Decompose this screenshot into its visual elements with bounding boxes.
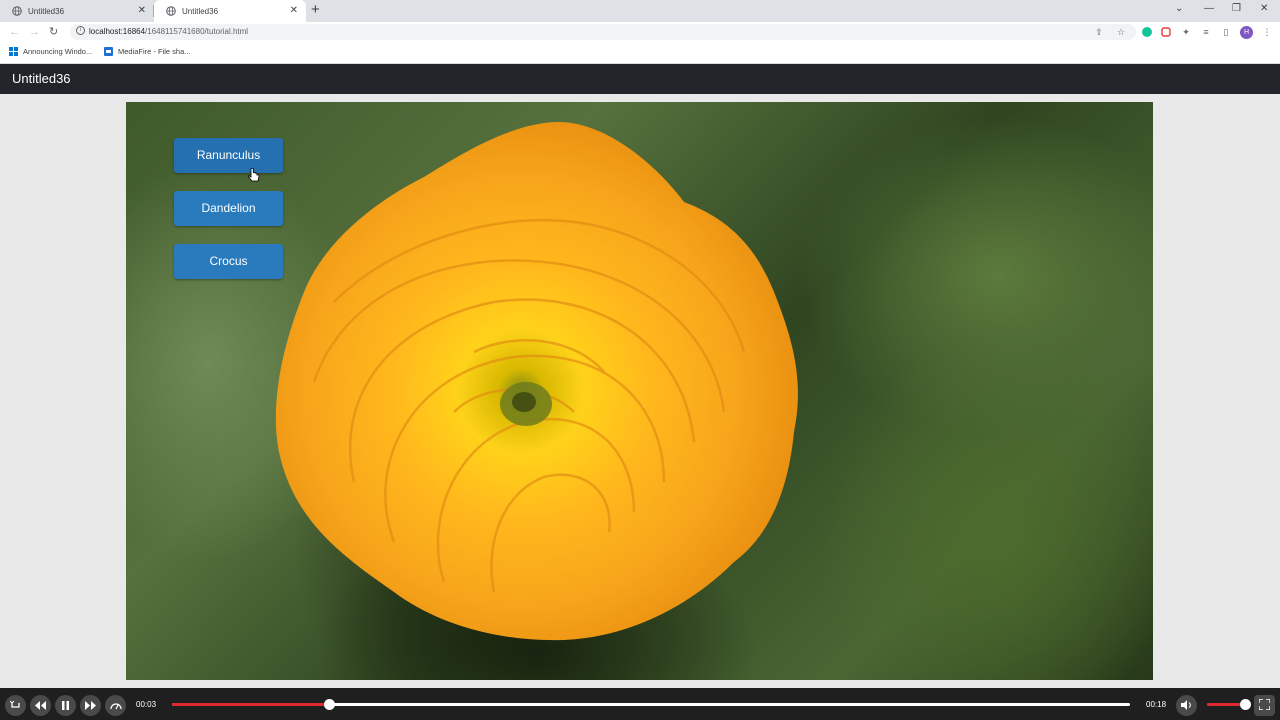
close-window-icon[interactable]: ✕ (1260, 3, 1268, 14)
share-icon[interactable]: ⇪ (1094, 27, 1104, 37)
extension-shield-icon[interactable] (1161, 27, 1171, 37)
volume-icon (1181, 697, 1192, 715)
bookmark-star-icon[interactable]: ☆ (1116, 27, 1126, 37)
browser-tab-active[interactable]: Untitled36 ✕ (154, 0, 306, 22)
fullscreen-button[interactable] (1254, 695, 1275, 716)
video-player-controls: 00:03 00:18 (0, 688, 1280, 720)
tab-title: Untitled36 (182, 6, 219, 16)
menu-kebab-icon[interactable]: ⋮ (1262, 27, 1272, 37)
bookmarks-bar: Announcing Windo... MediaFire - File sha… (0, 42, 1280, 64)
ranunculus-flower-image (275, 122, 798, 641)
tab-search-icon[interactable]: ⌄ (1175, 3, 1183, 14)
new-tab-button[interactable]: + (311, 2, 320, 18)
flower-photo: Ranunculus Dandelion Crocus (126, 102, 1153, 680)
forward-icon[interactable]: → (29, 25, 40, 39)
navbar-brand[interactable]: Untitled36 (12, 71, 71, 86)
site-info-icon[interactable]: i (76, 26, 85, 35)
mediafire-icon (104, 47, 113, 56)
bookmark-item[interactable]: Announcing Windo... (9, 47, 92, 56)
minimize-icon[interactable]: — (1204, 3, 1214, 14)
back-icon[interactable]: ← (9, 25, 20, 39)
volume-slider[interactable] (1207, 699, 1251, 710)
tab-title: Untitled36 (28, 6, 65, 16)
reload-icon[interactable]: ↻ (49, 25, 58, 39)
windows-icon (9, 47, 18, 56)
address-bar[interactable]: i localhost:16864/1648115741680/tutorial… (70, 24, 1136, 40)
browser-toolbar: ← → ↻ i localhost:16864/1648115741680/tu… (0, 22, 1280, 42)
current-time: 00:03 (136, 700, 157, 709)
globe-icon (12, 6, 22, 16)
ranunculus-button[interactable]: Ranunculus (174, 138, 283, 173)
progress-fill (172, 703, 330, 706)
url-path: /1648115741680/tutorial.html (145, 27, 249, 36)
reading-list-icon[interactable]: ≡ (1201, 27, 1211, 37)
dandelion-button[interactable]: Dandelion (174, 191, 283, 226)
browser-tab-strip: Untitled36 ✕ Untitled36 ✕ + ⌄ — ❐ ✕ (0, 0, 1280, 22)
pause-button[interactable] (55, 695, 76, 716)
fast-forward-button[interactable] (80, 695, 101, 716)
plus-icon: + (311, 1, 320, 18)
fullscreen-icon (1258, 697, 1271, 715)
close-tab-icon[interactable]: ✕ (138, 5, 146, 17)
duration: 00:18 (1146, 700, 1167, 709)
grammarly-icon[interactable] (1142, 27, 1152, 37)
side-panel-icon[interactable]: ▯ (1221, 27, 1231, 37)
volume-handle[interactable] (1240, 699, 1251, 710)
volume-button[interactable] (1176, 695, 1197, 716)
loop-button[interactable] (5, 695, 26, 716)
profile-avatar[interactable]: H (1240, 26, 1253, 39)
globe-icon (166, 6, 176, 16)
bookmark-label: MediaFire - File sha... (118, 47, 191, 56)
bookmark-item[interactable]: MediaFire - File sha... (104, 47, 191, 56)
url-host: localhost:16864 (89, 27, 146, 36)
fast-forward-icon (85, 697, 96, 715)
extensions-puzzle-icon[interactable]: ✦ (1181, 27, 1191, 37)
progress-bar[interactable] (172, 699, 1130, 710)
speed-button[interactable] (105, 695, 126, 716)
hand-cursor-icon (248, 168, 260, 182)
rewind-icon (35, 697, 46, 715)
progress-handle[interactable] (324, 699, 336, 710)
close-tab-icon[interactable]: ✕ (290, 5, 298, 17)
restore-icon[interactable]: ❐ (1232, 3, 1241, 14)
app-navbar: Untitled36 (0, 64, 1280, 94)
bookmark-label: Announcing Windo... (23, 47, 93, 56)
speedometer-icon (109, 697, 122, 715)
browser-tab[interactable]: Untitled36 ✕ (0, 0, 154, 22)
url-text: localhost:16864/1648115741680/tutorial.h… (89, 27, 248, 36)
pause-icon (61, 697, 70, 715)
crocus-button[interactable]: Crocus (174, 244, 283, 279)
loop-icon (9, 697, 21, 715)
rewind-button[interactable] (30, 695, 51, 716)
